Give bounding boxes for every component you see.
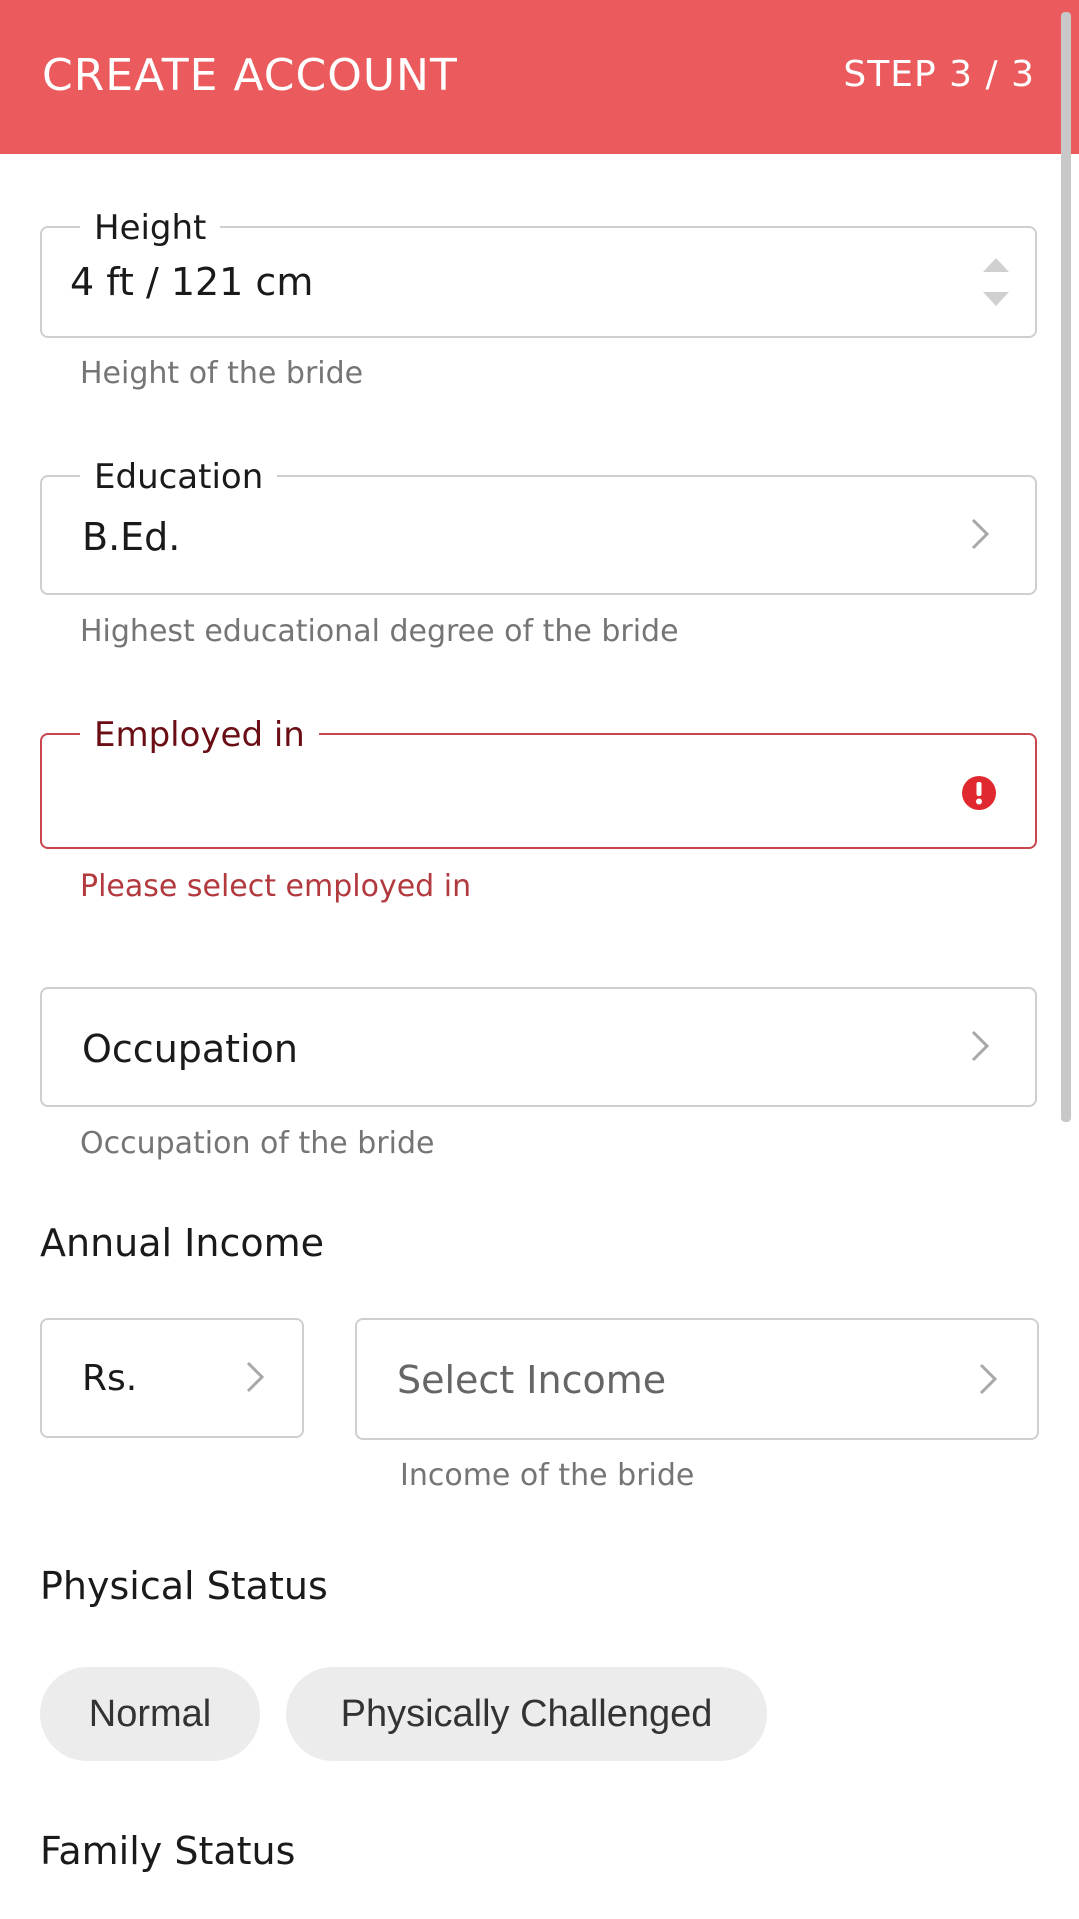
scrollbar[interactable] bbox=[1061, 12, 1071, 1122]
physical-status-title: Physical Status bbox=[40, 1564, 328, 1608]
employed-in-error: Please select employed in bbox=[80, 869, 472, 904]
error-icon bbox=[962, 776, 996, 810]
page-title: CREATE ACCOUNT bbox=[42, 50, 458, 101]
physical-status-challenged-chip[interactable]: Physically Challenged bbox=[286, 1667, 767, 1761]
occupation-field[interactable]: Occupation bbox=[40, 987, 1037, 1107]
employed-in-label: Employed in bbox=[80, 715, 319, 755]
education-value: B.Ed. bbox=[82, 515, 181, 559]
education-label: Education bbox=[80, 457, 278, 497]
occupation-placeholder: Occupation bbox=[82, 1027, 298, 1071]
stepper-arrows-icon[interactable] bbox=[981, 252, 1011, 312]
physical-status-normal-chip[interactable]: Normal bbox=[40, 1667, 260, 1761]
app-header: CREATE ACCOUNT STEP 3 / 3 bbox=[0, 0, 1079, 154]
chevron-right-icon bbox=[971, 1030, 990, 1062]
height-value: 4 ft / 121 cm bbox=[70, 260, 314, 304]
chevron-right-icon bbox=[979, 1363, 998, 1395]
currency-value: Rs. bbox=[82, 1358, 138, 1399]
chevron-right-icon bbox=[971, 518, 990, 550]
height-label: Height bbox=[80, 208, 221, 248]
chevron-right-icon bbox=[246, 1361, 265, 1393]
family-status-title: Family Status bbox=[40, 1829, 296, 1873]
income-placeholder: Select Income bbox=[397, 1358, 667, 1402]
income-helper: Income of the bride bbox=[400, 1458, 695, 1493]
height-helper: Height of the bride bbox=[80, 356, 364, 391]
education-field[interactable]: Education B.Ed. bbox=[40, 457, 1037, 595]
step-indicator: STEP 3 / 3 bbox=[843, 54, 1035, 95]
occupation-helper: Occupation of the bride bbox=[80, 1126, 435, 1161]
education-helper: Highest educational degree of the bride bbox=[80, 614, 679, 649]
employed-in-field[interactable]: Employed in bbox=[40, 715, 1037, 849]
height-field[interactable]: Height 4 ft / 121 cm bbox=[40, 208, 1037, 338]
currency-select[interactable]: Rs. bbox=[40, 1318, 304, 1438]
income-select[interactable]: Select Income bbox=[355, 1318, 1039, 1440]
annual-income-title: Annual Income bbox=[40, 1221, 324, 1265]
